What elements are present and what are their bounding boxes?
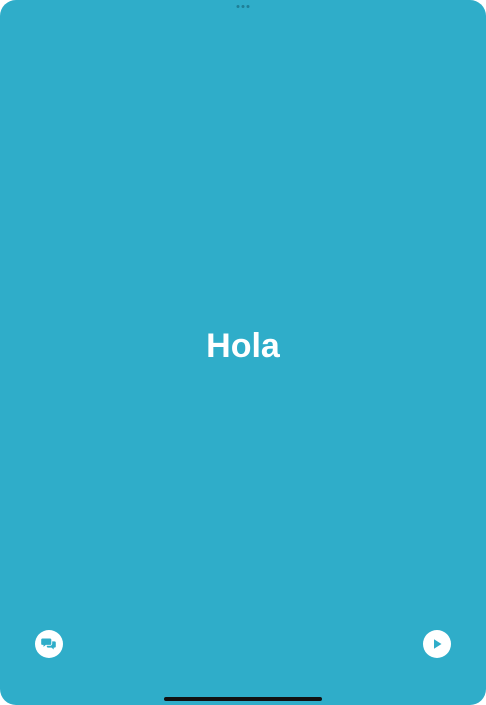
conversation-button[interactable] [35,630,63,658]
speech-bubbles-icon [41,638,56,650]
handle-dot [246,5,250,8]
home-indicator[interactable] [164,697,322,701]
handle-dot [236,5,240,8]
phrase-text: Hola [206,327,280,365]
play-icon [434,639,442,649]
app-screen: Hola [0,0,486,705]
multitasking-handle[interactable] [236,5,250,8]
play-button[interactable] [423,630,451,658]
handle-dot [241,5,245,8]
